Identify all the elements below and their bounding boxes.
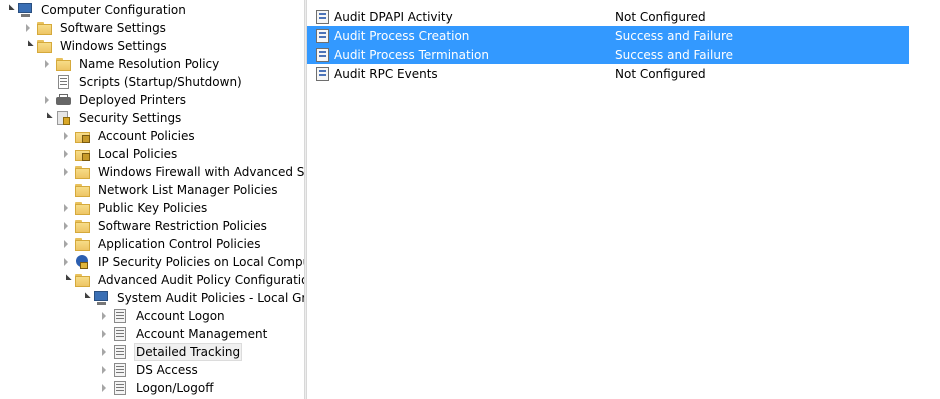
security-settings-icon [55, 110, 72, 126]
tree-node-security-settings[interactable]: Security Settings [40, 109, 183, 127]
collapsed-arrow-icon[interactable] [60, 127, 71, 145]
folder-icon [74, 272, 91, 288]
tree-node-logon-logoff[interactable]: Logon/Logoff [98, 379, 215, 397]
policy-icon [316, 9, 329, 24]
collapsed-arrow-icon[interactable] [98, 343, 109, 361]
expanded-arrow-icon[interactable] [2, 1, 15, 19]
collapsed-arrow-icon[interactable] [60, 253, 71, 271]
policy-icon [316, 66, 329, 81]
policy-row-audit-rpc-events[interactable]: Audit RPC Events Not Configured [307, 64, 940, 83]
tree-node-system-audit-policies[interactable]: System Audit Policies - Local Group [78, 289, 304, 307]
folder-icon [55, 56, 72, 72]
collapsed-arrow-icon[interactable] [22, 19, 33, 37]
expanded-arrow-icon[interactable] [78, 289, 91, 307]
collapsed-arrow-icon[interactable] [60, 163, 71, 181]
collapsed-arrow-icon[interactable] [60, 217, 71, 235]
tree-node-windows-firewall[interactable]: Windows Firewall with Advanced Secu [60, 163, 304, 181]
tree-node-account-management[interactable]: Account Management [98, 325, 269, 343]
folder-icon [74, 164, 91, 180]
audit-category-icon [112, 326, 129, 342]
console-tree[interactable]: Computer Configuration Software Settings… [0, 0, 304, 399]
locked-folder-icon [74, 146, 91, 162]
collapsed-arrow-icon[interactable] [41, 91, 52, 109]
script-icon [55, 74, 72, 90]
collapsed-arrow-icon[interactable] [60, 145, 71, 163]
computer-icon [93, 290, 110, 306]
folder-icon [74, 218, 91, 234]
folder-icon [36, 38, 53, 54]
tree-node-name-resolution-policy[interactable]: Name Resolution Policy [41, 55, 221, 73]
tree-node-ds-access[interactable]: DS Access [98, 361, 200, 379]
tree-node-deployed-printers[interactable]: Deployed Printers [41, 91, 188, 109]
folder-icon [36, 20, 53, 36]
printer-icon [55, 92, 72, 108]
tree-node-software-restriction[interactable]: Software Restriction Policies [60, 217, 269, 235]
computer-icon [17, 2, 34, 18]
expanded-arrow-icon[interactable] [59, 271, 72, 289]
collapsed-arrow-icon[interactable] [98, 379, 109, 397]
tree-node-application-control[interactable]: Application Control Policies [60, 235, 262, 253]
policy-row-audit-process-creation[interactable]: Audit Process Creation Success and Failu… [307, 26, 909, 45]
tree-node-network-list-manager[interactable]: Network List Manager Policies [60, 181, 280, 199]
ip-security-icon [74, 254, 91, 270]
tree-node-scripts[interactable]: Scripts (Startup/Shutdown) [41, 73, 244, 91]
tree-node-advanced-audit[interactable]: Advanced Audit Policy Configuration [59, 271, 304, 289]
collapsed-arrow-icon[interactable] [98, 361, 109, 379]
policy-row-audit-dpapi-activity[interactable]: Audit DPAPI Activity Not Configured [307, 7, 940, 26]
tree-node-computer-configuration[interactable]: Computer Configuration [2, 1, 188, 19]
collapsed-arrow-icon[interactable] [98, 307, 109, 325]
audit-category-icon [112, 308, 129, 324]
expanded-arrow-icon[interactable] [40, 109, 53, 127]
policy-icon [316, 47, 329, 62]
tree-node-account-logon[interactable]: Account Logon [98, 307, 227, 325]
collapsed-arrow-icon[interactable] [98, 325, 109, 343]
tree-node-detailed-tracking[interactable]: Detailed Tracking [98, 343, 243, 361]
policy-icon [316, 28, 329, 43]
tree-node-windows-settings[interactable]: Windows Settings [21, 37, 169, 55]
audit-category-icon [112, 344, 129, 360]
collapsed-arrow-icon[interactable] [60, 235, 71, 253]
collapsed-arrow-icon[interactable] [60, 199, 71, 217]
policy-list[interactable]: Audit DPAPI Activity Not Configured Audi… [307, 0, 940, 399]
tree-node-ip-security[interactable]: IP Security Policies on Local Computer [60, 253, 304, 271]
folder-icon [74, 200, 91, 216]
audit-category-icon [112, 380, 129, 396]
tree-node-local-policies[interactable]: Local Policies [60, 145, 179, 163]
folder-icon [74, 182, 91, 198]
tree-node-software-settings[interactable]: Software Settings [22, 19, 168, 37]
audit-category-icon [112, 362, 129, 378]
tree-node-account-policies[interactable]: Account Policies [60, 127, 197, 145]
expanded-arrow-icon[interactable] [21, 37, 34, 55]
tree-node-public-key-policies[interactable]: Public Key Policies [60, 199, 209, 217]
folder-icon [74, 236, 91, 252]
collapsed-arrow-icon[interactable] [41, 55, 52, 73]
policy-row-audit-process-termination[interactable]: Audit Process Termination Success and Fa… [307, 45, 909, 64]
locked-folder-icon [74, 128, 91, 144]
